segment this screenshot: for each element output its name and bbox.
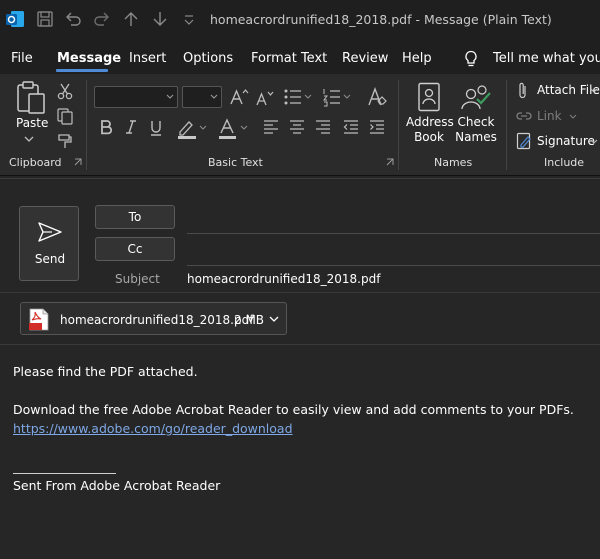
customize-toolbar-icon[interactable] <box>178 9 200 29</box>
redo-icon[interactable] <box>91 9 113 29</box>
paste-icon[interactable] <box>15 80 47 116</box>
signature-icon[interactable] <box>516 132 532 150</box>
font-size-combo[interactable] <box>182 86 222 108</box>
body-text-line: Download the free Adobe Acrobat Reader t… <box>13 402 574 417</box>
tab-file[interactable]: File <box>11 51 33 66</box>
grow-font-icon[interactable] <box>229 87 249 107</box>
address-book-icon[interactable] <box>416 82 442 112</box>
reader-download-link[interactable]: https://www.adobe.com/go/reader_download <box>13 421 293 436</box>
shrink-font-icon[interactable] <box>255 89 275 107</box>
arrow-up-icon[interactable] <box>120 9 142 29</box>
paste-dropdown-icon[interactable] <box>22 134 36 144</box>
group-separator <box>506 80 507 170</box>
clipboard-group-label: Clipboard <box>9 156 62 169</box>
link-icon[interactable] <box>516 109 532 123</box>
send-label: Send <box>34 252 66 266</box>
body-text-line: Please find the PDF attached. <box>13 364 198 379</box>
copy-icon[interactable] <box>56 107 74 125</box>
tab-help[interactable]: Help <box>402 51 432 66</box>
clipboard-launcher-icon[interactable] <box>74 158 82 166</box>
group-separator <box>86 80 87 170</box>
check-names-button[interactable]: Check Names <box>453 115 499 145</box>
chevron-down-icon <box>210 94 218 99</box>
include-group-label: Include <box>544 156 585 169</box>
window-title: homeacrordrunified18_2018.pdf - Message … <box>210 12 552 27</box>
align-center-icon[interactable] <box>289 120 305 134</box>
signature-text: Sent From Adobe Acrobat Reader <box>13 478 221 493</box>
subject-label: Subject <box>115 272 160 286</box>
undo-icon[interactable] <box>62 9 84 29</box>
tab-message[interactable]: Message <box>57 51 121 66</box>
bullets-icon[interactable] <box>283 87 313 107</box>
subject-input[interactable]: homeacrordrunified18_2018.pdf <box>187 272 380 286</box>
send-icon <box>38 222 62 242</box>
chevron-down-icon <box>166 94 174 99</box>
cc-field[interactable] <box>187 265 600 266</box>
arrow-down-icon[interactable] <box>149 9 171 29</box>
lightbulb-icon[interactable] <box>463 50 479 68</box>
cut-icon[interactable] <box>56 82 74 100</box>
paperclip-icon[interactable] <box>516 82 530 100</box>
tab-insert[interactable]: Insert <box>129 51 166 66</box>
italic-icon[interactable] <box>124 119 138 135</box>
tell-me-search[interactable]: Tell me what you w <box>493 51 600 66</box>
active-tab-indicator <box>56 69 108 72</box>
attachment-chip[interactable]: homeacrordrunified18_2018.pdf 2 MB <box>20 302 287 335</box>
cc-button[interactable]: Cc <box>95 237 175 261</box>
names-group-label: Names <box>434 156 473 169</box>
save-icon[interactable] <box>34 9 56 29</box>
ribbon: Paste Clipboard Basic Text Address Book … <box>0 74 600 176</box>
check-names-icon[interactable] <box>459 82 493 112</box>
basic-text-launcher-icon[interactable] <box>386 158 394 166</box>
underline-icon[interactable] <box>149 119 163 137</box>
outlook-logo-icon <box>6 11 24 27</box>
attachment-name: homeacrordrunified18_2018.pdf <box>60 313 254 327</box>
to-field[interactable] <box>187 233 600 234</box>
basic-text-group-label: Basic Text <box>208 156 263 169</box>
send-button[interactable]: Send <box>19 206 79 281</box>
pdf-file-icon <box>29 308 49 331</box>
font-name-combo[interactable] <box>94 86 178 108</box>
attachment-separator <box>0 344 600 345</box>
chevron-down-icon[interactable] <box>569 113 577 121</box>
attachment-size: 2 MB <box>234 313 265 327</box>
align-right-icon[interactable] <box>315 120 331 134</box>
bold-icon[interactable] <box>99 119 113 135</box>
signature-button[interactable]: Signature <box>537 134 595 149</box>
highlight-icon[interactable] <box>176 118 208 140</box>
header-separator <box>0 292 600 293</box>
group-separator <box>398 80 399 170</box>
signature-divider <box>13 473 116 474</box>
tab-options[interactable]: Options <box>183 51 233 66</box>
format-painter-icon[interactable] <box>56 132 74 150</box>
chevron-down-icon[interactable] <box>590 87 598 95</box>
title-bar: homeacrordrunified18_2018.pdf - Message … <box>0 0 600 40</box>
decrease-indent-icon[interactable] <box>343 120 359 134</box>
align-left-icon[interactable] <box>263 120 279 134</box>
increase-indent-icon[interactable] <box>369 120 385 134</box>
address-book-button[interactable]: Address Book <box>406 115 454 145</box>
numbering-icon[interactable] <box>322 87 352 107</box>
chevron-down-icon[interactable] <box>269 315 279 323</box>
paste-button[interactable]: Paste <box>16 116 48 131</box>
font-color-icon[interactable] <box>217 118 249 140</box>
to-button[interactable]: To <box>95 205 175 229</box>
tab-format-text[interactable]: Format Text <box>251 51 327 66</box>
clear-formatting-icon[interactable] <box>366 86 388 108</box>
chevron-down-icon[interactable] <box>590 138 598 146</box>
tab-review[interactable]: Review <box>342 51 388 66</box>
link-button[interactable]: Link <box>537 109 562 124</box>
